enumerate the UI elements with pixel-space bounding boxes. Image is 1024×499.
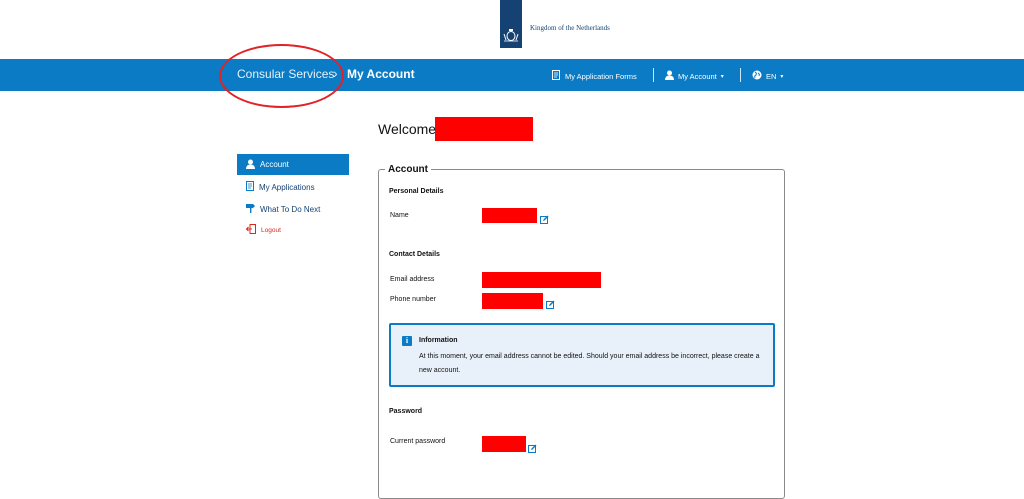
welcome-heading: Welcome	[378, 121, 437, 137]
phone-label: Phone number	[390, 296, 436, 303]
globe-icon	[752, 70, 762, 82]
breadcrumb-separator: ›	[333, 65, 338, 81]
account-panel-title: Account	[385, 164, 431, 175]
information-box: i Information At this moment, your email…	[389, 323, 775, 387]
nav-my-application-forms[interactable]: My Application Forms	[552, 70, 637, 82]
password-heading: Password	[389, 408, 423, 415]
redacted-username	[435, 117, 533, 141]
nav-my-account-dropdown[interactable]: My Account ▾	[665, 70, 724, 82]
nav-divider	[653, 68, 654, 82]
redacted-password	[482, 436, 526, 452]
breadcrumb-my-account: My Account	[347, 67, 415, 81]
edit-phone-icon[interactable]	[546, 296, 555, 314]
sidebar-item-label: Account	[260, 160, 289, 169]
nav-my-application-forms-label: My Application Forms	[565, 71, 637, 81]
caret-down-icon: ▾	[720, 73, 724, 80]
nav-language-label: EN	[766, 71, 777, 81]
logo-text: Kingdom of the Netherlands	[530, 24, 610, 32]
edit-password-icon[interactable]	[528, 440, 537, 458]
contact-details-heading: Contact Details	[389, 251, 440, 258]
name-label: Name	[390, 212, 409, 219]
sidebar-item-my-applications[interactable]: My Applications	[246, 181, 315, 193]
sidebar-item-label: Logout	[261, 226, 281, 234]
redacted-email	[482, 272, 601, 288]
user-icon	[246, 159, 255, 171]
caret-down-icon: ▾	[780, 73, 784, 80]
personal-details-heading: Personal Details	[389, 188, 444, 195]
nav-language-dropdown[interactable]: EN ▾	[752, 70, 783, 82]
information-title: Information	[419, 337, 458, 344]
user-icon	[665, 70, 674, 82]
information-body: At this moment, your email address canno…	[419, 353, 760, 374]
sidebar-item-label: What To Do Next	[260, 204, 321, 214]
top-header: Kingdom of the Netherlands	[0, 0, 1024, 59]
current-password-label: Current password	[390, 438, 446, 445]
document-icon	[246, 181, 254, 193]
top-nav-bar: Consular Services › My Account My Applic…	[0, 59, 1024, 91]
sidebar-item-logout[interactable]: Logout	[245, 224, 281, 236]
nav-my-account-label: My Account	[678, 71, 717, 81]
breadcrumb-consular-services[interactable]: Consular Services	[237, 67, 334, 81]
redacted-name	[482, 208, 537, 223]
info-icon: i	[402, 336, 412, 346]
redacted-phone	[482, 293, 543, 309]
sidebar-item-account[interactable]: Account	[237, 154, 349, 175]
signpost-icon	[246, 203, 255, 215]
email-label: Email address	[390, 276, 435, 283]
royal-coat-of-arms-icon	[500, 0, 522, 48]
logout-icon	[245, 224, 256, 236]
form-icon	[552, 70, 561, 82]
edit-name-icon[interactable]	[540, 211, 549, 229]
sidebar-item-label: My Applications	[259, 182, 315, 192]
nav-divider	[740, 68, 741, 82]
sidebar-item-what-to-do-next[interactable]: What To Do Next	[246, 203, 320, 215]
